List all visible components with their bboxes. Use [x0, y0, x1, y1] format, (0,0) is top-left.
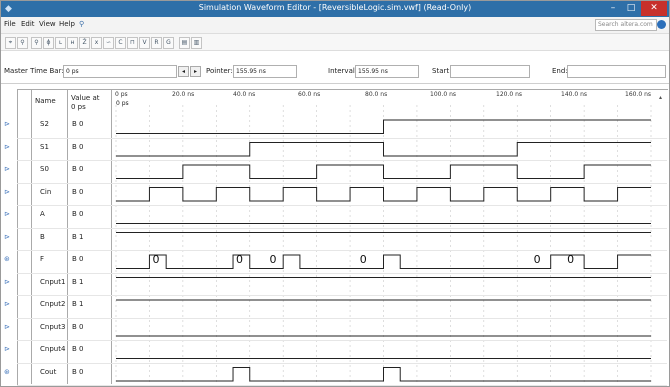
- signal-value: B 0: [72, 187, 84, 196]
- signal-name[interactable]: S1: [40, 143, 49, 151]
- input-pin-icon: ⊳: [4, 300, 10, 308]
- signal-value: B 0: [72, 322, 84, 331]
- signal-value: B 0: [72, 120, 84, 128]
- signal-name[interactable]: Cin: [40, 188, 51, 196]
- row-separator: [17, 295, 667, 296]
- waveform-cin[interactable]: [116, 187, 651, 202]
- signal-name[interactable]: Cnput3: [40, 323, 65, 331]
- input-pin-icon: ⊳: [4, 165, 10, 173]
- f-value-label: 0: [360, 253, 367, 266]
- signal-name[interactable]: A: [40, 210, 45, 218]
- input-pin-icon: ⊳: [4, 210, 10, 218]
- row-separator: [17, 137, 667, 139]
- row-separator: [17, 182, 667, 184]
- row-separator: [17, 340, 667, 341]
- row-separator: [17, 250, 667, 251]
- f-value-label: 0: [236, 253, 243, 266]
- waveform-cout[interactable]: [116, 367, 651, 382]
- f-value-label: 0: [152, 253, 159, 266]
- input-pin-icon: ⊳: [4, 187, 10, 196]
- signal-name[interactable]: Cnput4: [40, 345, 65, 353]
- signal-value: B 0: [72, 142, 84, 151]
- output-pin-icon: ⊛: [4, 255, 10, 263]
- waveform-editor-window: ◆ Simulation Waveform Editor - [Reversib…: [0, 0, 670, 387]
- waveform-s2[interactable]: [116, 119, 651, 134]
- signal-name[interactable]: Cout: [40, 368, 56, 376]
- f-value-label: 0: [567, 253, 574, 266]
- signal-name[interactable]: S0: [40, 165, 49, 173]
- row-separator: [17, 317, 667, 319]
- row-separator: [17, 205, 667, 206]
- signal-name[interactable]: Cnput1: [40, 278, 65, 286]
- signal-value: B 0: [72, 367, 84, 376]
- waveform-s0[interactable]: [116, 164, 651, 179]
- signal-value: B 1: [72, 232, 84, 241]
- input-pin-icon: ⊳: [4, 232, 10, 241]
- row-separator: [17, 227, 667, 229]
- signal-value: B 1: [72, 277, 84, 286]
- signal-value: B 0: [72, 210, 84, 218]
- signal-name[interactable]: Cnput2: [40, 300, 65, 308]
- input-pin-icon: ⊳: [4, 277, 10, 286]
- row-separator: [17, 272, 667, 274]
- row-separator: [17, 362, 667, 364]
- signal-value: B 1: [72, 300, 84, 308]
- f-value-label: 0: [269, 253, 276, 266]
- waveform-area[interactable]: 0 0 0 0 0 0: [1, 1, 669, 386]
- input-pin-icon: ⊳: [4, 345, 10, 353]
- output-pin-icon: ⊛: [4, 367, 10, 376]
- signal-value: B 0: [72, 345, 84, 353]
- input-pin-icon: ⊳: [4, 120, 10, 128]
- signal-value: B 0: [72, 255, 84, 263]
- signal-name[interactable]: F: [40, 255, 44, 263]
- input-pin-icon: ⊳: [4, 322, 10, 331]
- row-separator: [17, 160, 667, 161]
- signal-value: B 0: [72, 165, 84, 173]
- waveform-s1[interactable]: [116, 142, 651, 157]
- input-pin-icon: ⊳: [4, 142, 10, 151]
- signal-name[interactable]: B: [40, 233, 45, 241]
- signal-name[interactable]: S2: [40, 120, 49, 128]
- row-separator: [17, 385, 667, 386]
- f-value-label: 0: [534, 253, 541, 266]
